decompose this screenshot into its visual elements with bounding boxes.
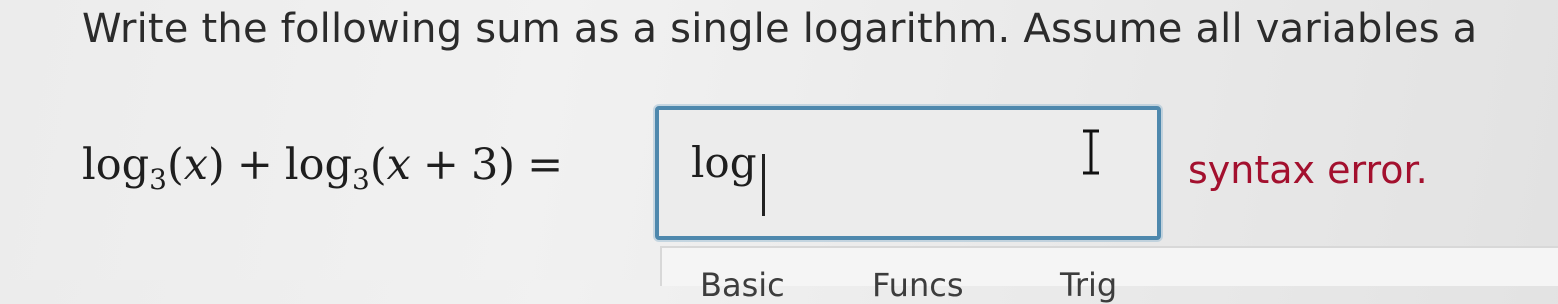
log-base-1: 3	[149, 163, 167, 196]
paren-close-1: )	[208, 140, 225, 190]
inner-plus-operator: +	[422, 140, 459, 190]
question-text: Write the following sum as a single loga…	[82, 6, 1478, 52]
variable-x-2: x	[386, 140, 411, 190]
paren-open-1: (	[167, 140, 184, 190]
equation-expression: log3(x) + log3(x +3) =	[82, 140, 575, 194]
paren-open-2: (	[369, 140, 387, 190]
variable-x-1: x	[183, 140, 209, 190]
math-palette: Basic Funcs Trig	[660, 246, 1558, 304]
log-base-2: 3	[352, 163, 370, 196]
text-cursor-icon	[1083, 129, 1099, 175]
paren-close-2: )	[498, 140, 516, 190]
constant-three: 3	[470, 140, 499, 190]
log-function-1: log	[82, 140, 150, 190]
answer-value: log	[691, 138, 757, 187]
tab-trig[interactable]: Trig	[1060, 266, 1117, 304]
answer-input[interactable]: log	[655, 106, 1161, 240]
tab-basic[interactable]: Basic	[700, 266, 785, 304]
equals-sign: =	[527, 140, 564, 190]
text-caret	[762, 154, 765, 216]
log-function-2: log	[284, 140, 353, 190]
syntax-error-message: syntax error.	[1188, 148, 1428, 192]
tab-funcs[interactable]: Funcs	[872, 266, 963, 304]
plus-operator: +	[236, 140, 273, 190]
